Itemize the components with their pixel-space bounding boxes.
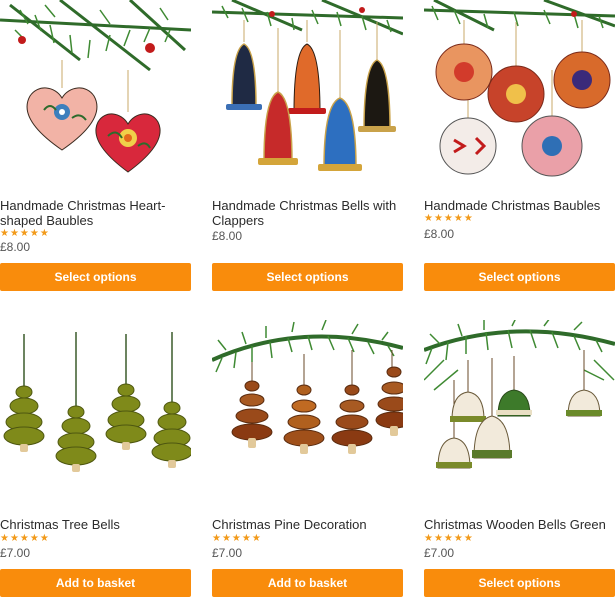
product-card[interactable]: Christmas Tree Bells ★★★★★ £7.00 Add to … [0,318,191,597]
select-options-button[interactable]: Select options [424,263,615,291]
product-card[interactable]: Christmas Pine Decoration ★★★★★ £7.00 Ad… [212,318,403,597]
product-title[interactable]: Handmade Christmas Heart-shaped Baubles [0,198,191,228]
product-title[interactable]: Christmas Tree Bells [0,517,191,532]
add-to-basket-button[interactable]: Add to basket [0,569,191,597]
product-image-wooden-bells-green[interactable] [424,320,615,504]
product-price: £7.00 [424,546,455,560]
product-image-heart-baubles[interactable] [0,0,191,184]
star-icon: ★★★★★ [424,213,474,224]
product-title[interactable]: Handmade Christmas Baubles [424,198,615,213]
product-title[interactable]: Christmas Wooden Bells Green [424,517,615,532]
star-icon: ★★★★★ [212,533,262,544]
product-price: £7.00 [212,546,243,560]
product-image-pine-decoration[interactable] [212,320,403,504]
product-card[interactable]: Handmade Christmas Bells with Clappers £… [212,0,403,300]
product-image-tree-bells[interactable] [0,320,191,504]
product-price: £8.00 [424,227,455,241]
select-options-button[interactable]: Select options [424,569,615,597]
product-card[interactable]: Handmade Christmas Heart-shaped Baubles … [0,0,191,300]
product-title[interactable]: Christmas Pine Decoration [212,517,403,532]
select-options-button[interactable]: Select options [212,263,403,291]
product-image-bells-clappers[interactable] [212,0,403,184]
product-card[interactable]: Handmade Christmas Baubles ★★★★★ £8.00 S… [424,0,615,300]
product-price: £8.00 [0,240,31,254]
product-image-baubles[interactable] [424,0,615,184]
star-icon: ★★★★★ [424,533,474,544]
product-card[interactable]: Christmas Wooden Bells Green ★★★★★ £7.00… [424,318,615,597]
product-price: £7.00 [0,546,31,560]
select-options-button[interactable]: Select options [0,263,191,291]
star-icon: ★★★★★ [0,228,50,239]
star-icon: ★★★★★ [0,533,50,544]
product-title[interactable]: Handmade Christmas Bells with Clappers [212,198,403,228]
product-price: £8.00 [212,229,243,243]
add-to-basket-button[interactable]: Add to basket [212,569,403,597]
